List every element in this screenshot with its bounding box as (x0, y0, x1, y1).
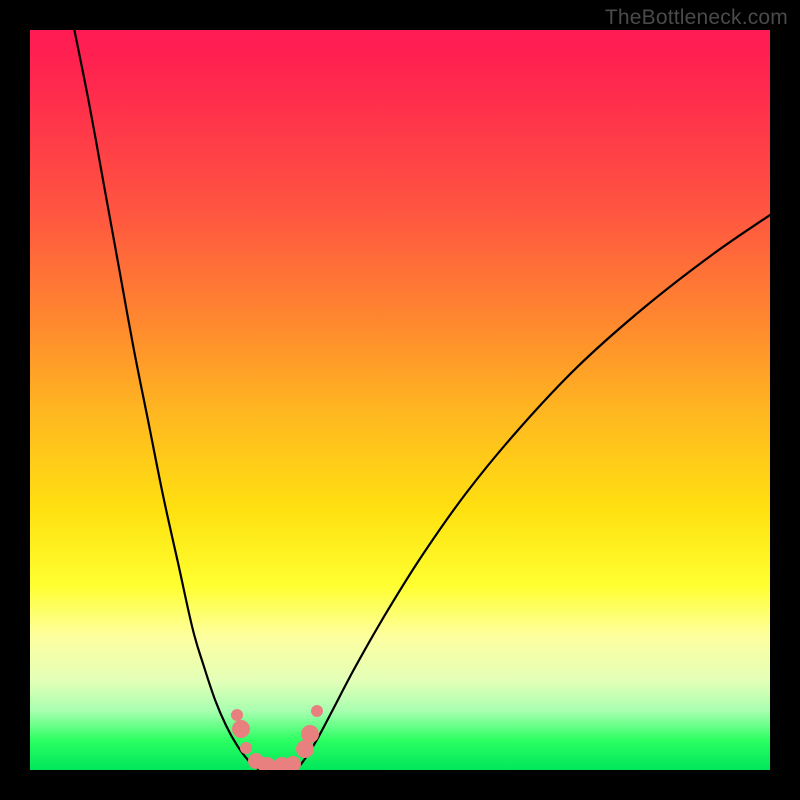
data-marker (231, 709, 243, 721)
left-curve (74, 30, 259, 770)
right-curve (296, 215, 770, 770)
chart-frame: TheBottleneck.com (0, 0, 800, 800)
data-marker (232, 720, 250, 738)
plot-area (30, 30, 770, 770)
data-marker (285, 756, 301, 770)
curve-layer (30, 30, 770, 770)
data-marker (240, 742, 252, 754)
data-marker (301, 725, 319, 743)
data-marker (311, 705, 323, 717)
watermark-text: TheBottleneck.com (605, 6, 788, 30)
